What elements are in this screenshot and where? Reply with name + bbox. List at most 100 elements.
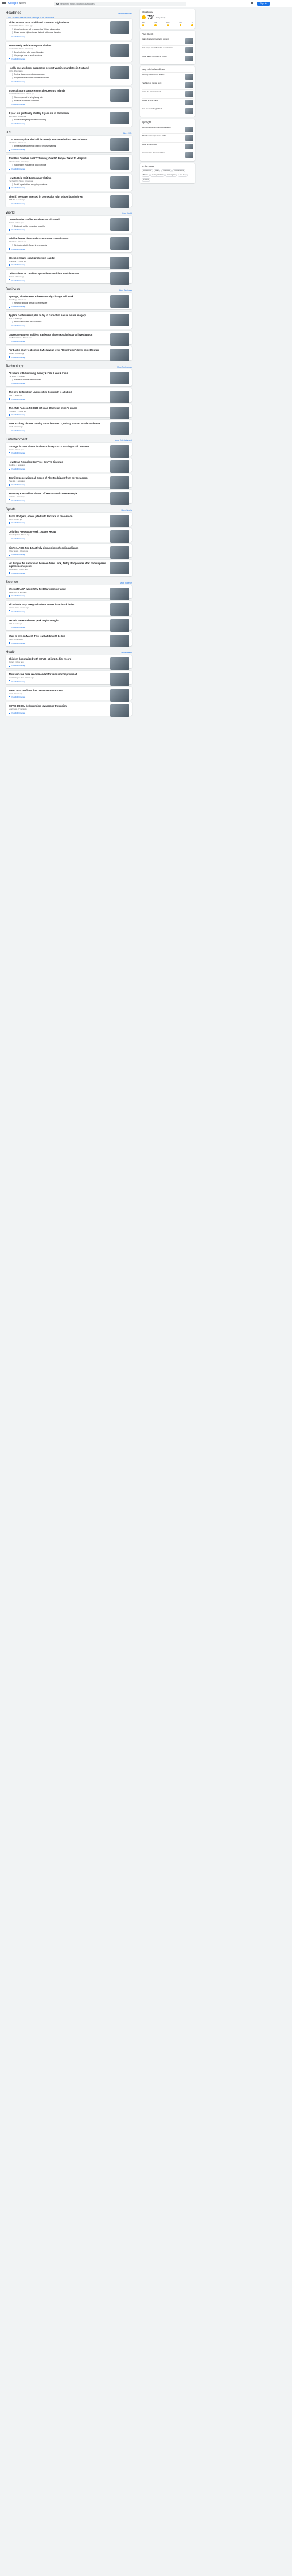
sidebar-story-thumbnail[interactable] — [185, 152, 193, 158]
story-thumbnail[interactable] — [110, 66, 129, 79]
story-thumbnail[interactable] — [110, 530, 129, 543]
story-thumbnail[interactable] — [110, 195, 129, 208]
story-thumbnail[interactable] — [110, 314, 129, 326]
story-thumbnail[interactable] — [110, 371, 129, 384]
sidebar-story[interactable]: Behind the scenes of a record season — [142, 124, 193, 133]
full-coverage-link[interactable]: View Full Coverage — [9, 58, 129, 60]
section-title[interactable]: Technology — [6, 365, 23, 368]
sidebar-story[interactable]: The future of remote work — [142, 80, 193, 89]
topic-chip[interactable]: Tropical Storm — [172, 168, 186, 173]
section-more-link[interactable]: More Sports — [122, 509, 132, 511]
sidebar-story-thumbnail[interactable] — [185, 55, 193, 61]
story-source[interactable]: Reuters — [9, 352, 14, 355]
sidebar-story-thumbnail[interactable] — [185, 126, 193, 132]
story-source[interactable]: CNET — [9, 638, 13, 640]
section-title[interactable]: Science — [6, 581, 18, 584]
sidebar-story-title[interactable]: How one town fought back — [142, 108, 184, 114]
story-source[interactable]: BBC News — [9, 241, 17, 243]
story-thumbnail[interactable] — [110, 422, 129, 435]
story-thumbnail[interactable] — [110, 657, 129, 670]
sidebar-story-title[interactable]: What the data says about traffic — [142, 135, 184, 141]
story-source[interactable]: NBC New York — [9, 160, 20, 163]
topic-chip[interactable]: Haiti — [154, 168, 161, 173]
story-thumbnail[interactable] — [110, 112, 129, 124]
story-thumbnail[interactable] — [110, 137, 129, 151]
story-source[interactable]: CNET — [9, 426, 13, 428]
section-more-link[interactable]: More Entertainment — [115, 439, 132, 442]
sidebar-story[interactable]: How one town fought back — [142, 106, 193, 115]
story-source[interactable]: NPR — [9, 623, 12, 625]
story-source[interactable]: E! Online — [9, 495, 15, 498]
section-more-link[interactable]: More World — [122, 212, 132, 215]
topic-chip[interactable]: Free Guy — [177, 173, 188, 178]
apps-icon[interactable] — [251, 2, 254, 5]
story-thumbnail[interactable] — [110, 21, 129, 34]
story-source[interactable]: Yahoo Sports — [9, 550, 18, 552]
story-thumbnail[interactable] — [110, 587, 129, 600]
sidebar-story[interactable]: Morning Read: Family Edition — [142, 72, 193, 81]
story-thumbnail[interactable] — [110, 218, 129, 231]
story-source[interactable]: WSB-TV — [9, 199, 15, 201]
story-source[interactable]: Reuters — [9, 275, 14, 278]
story-source[interactable]: NPR — [9, 317, 12, 320]
sidebar-story-title[interactable]: Inside the race to rebuild — [142, 90, 184, 97]
section-more-link[interactable]: More Science — [120, 582, 132, 584]
sidebar-story[interactable]: The new face of summer travel — [142, 150, 193, 159]
story-source[interactable]: PC Gamer — [9, 410, 16, 412]
section-title[interactable]: Headlines — [6, 11, 21, 15]
sidebar-story-title[interactable]: Morning Read: Family Edition — [142, 73, 184, 80]
story-thumbnail[interactable] — [110, 476, 129, 489]
topic-chip[interactable]: Afghanistan — [142, 168, 153, 173]
story-thumbnail[interactable] — [110, 349, 129, 361]
story-thumbnail[interactable] — [110, 603, 129, 616]
story-source[interactable]: The Weather Channel — [9, 93, 24, 95]
section-title[interactable]: Business — [6, 288, 20, 292]
story-source[interactable]: ESPN — [9, 518, 13, 521]
story-source[interactable]: The New York Times — [9, 25, 24, 27]
story-thumbnail[interactable] — [110, 272, 129, 285]
full-coverage-link[interactable]: View Full Coverage — [9, 103, 129, 105]
sidebar-story-title[interactable]: A guide to local parks — [142, 99, 184, 105]
sidebar-story-thumbnail[interactable] — [185, 82, 193, 88]
story-source[interactable]: Space.com — [9, 591, 17, 593]
story-thumbnail[interactable] — [110, 333, 129, 346]
topic-chip[interactable]: Galaxy Z Fold 3 — [150, 173, 165, 178]
story-thumbnail[interactable] — [110, 688, 129, 702]
story-source[interactable]: Bloomberg — [9, 298, 17, 301]
search-input[interactable]: Search for topics, locations & sources — [54, 1, 186, 6]
logo[interactable]: Google News — [8, 2, 26, 5]
section-more-link[interactable]: More Technology — [117, 366, 132, 368]
menu-icon[interactable] — [2, 2, 6, 5]
story-source[interactable]: The Washington Post — [9, 676, 24, 679]
sidebar-story-thumbnail[interactable] — [185, 46, 193, 53]
story-source[interactable]: Reuters — [9, 661, 14, 663]
full-coverage-link[interactable]: View Full Coverage — [9, 81, 129, 83]
story-source[interactable]: The New York Times — [9, 48, 24, 50]
section-more-link[interactable]: More Health — [122, 652, 132, 654]
story-thumbnail[interactable] — [110, 406, 129, 419]
topic-chip[interactable]: Bitcoin — [142, 173, 150, 178]
topic-chip[interactable]: Lamborghini — [165, 173, 177, 178]
story-thumbnail[interactable] — [110, 157, 129, 170]
search-icon[interactable] — [56, 2, 59, 5]
story-source[interactable]: Denver Post — [9, 568, 17, 570]
section-more-link[interactable]: More U.S. — [123, 132, 132, 135]
full-coverage-link[interactable]: View Full Coverage — [9, 36, 129, 38]
sidebar-story-title[interactable]: A look at rising rents — [142, 143, 184, 149]
section-more-link[interactable]: More Headlines — [118, 13, 132, 15]
sidebar-story-title[interactable]: Claim about vaccines lacks context — [142, 38, 184, 44]
story-thumbnail[interactable] — [110, 635, 129, 647]
story-thumbnail[interactable] — [110, 514, 129, 527]
story-thumbnail[interactable] — [110, 176, 129, 189]
sidebar-story-thumbnail[interactable] — [185, 108, 193, 114]
sidebar-story-thumbnail[interactable] — [185, 38, 193, 44]
sidebar-story[interactable]: Quote falsely attributed to official — [142, 53, 193, 62]
story-thumbnail[interactable] — [110, 256, 129, 269]
story-source[interactable]: The Verge — [9, 375, 16, 377]
sidebar-story[interactable]: Viral image misattributed to recent stor… — [142, 45, 193, 54]
sidebar-story-title[interactable]: Viral image misattributed to recent stor… — [142, 46, 184, 53]
section-title[interactable]: Health — [6, 651, 15, 654]
sidebar-story-title[interactable]: The new face of summer travel — [142, 152, 184, 158]
story-thumbnail[interactable] — [110, 444, 129, 458]
sidebar-story-title[interactable]: The future of remote work — [142, 82, 184, 88]
